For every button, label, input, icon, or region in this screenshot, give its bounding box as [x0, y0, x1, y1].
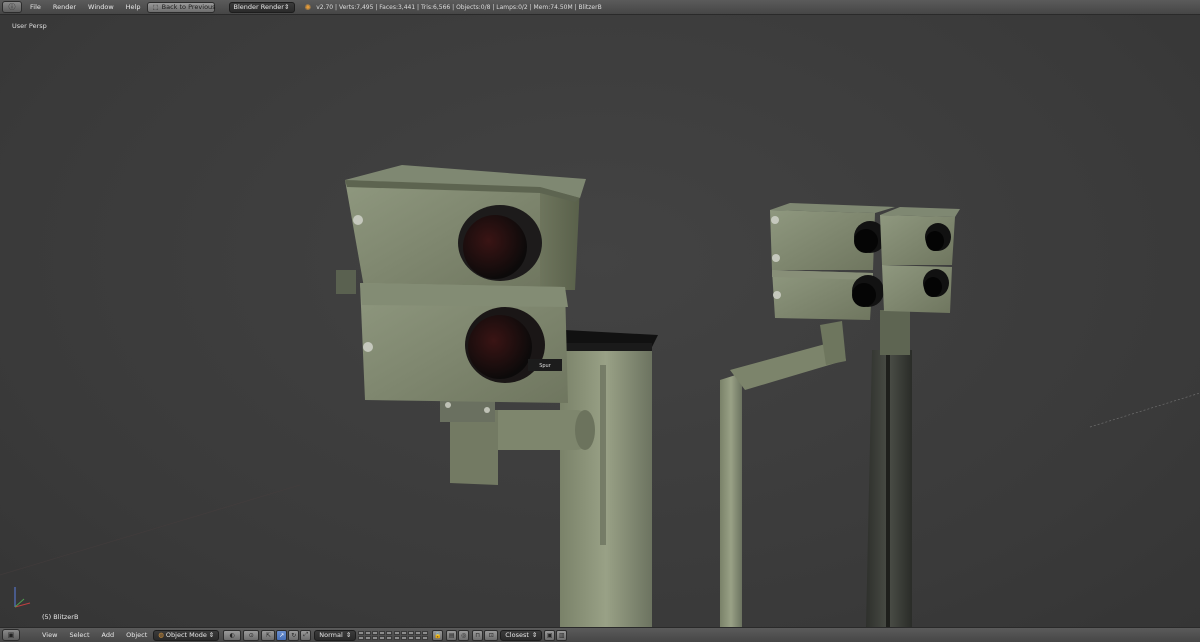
- pivot-icon: ⊙: [248, 631, 254, 639]
- menu-view-label[interactable]: View: [42, 631, 57, 639]
- render-engine-dropdown[interactable]: Blender Render ⇕: [228, 1, 295, 13]
- opengl-render-button[interactable]: ▣: [544, 629, 556, 641]
- lock-icon: 🔒: [434, 631, 442, 639]
- layer-8[interactable]: [372, 635, 379, 640]
- info-header: ⓘ File Render Window Help ⬚ Back to Prev…: [0, 0, 1200, 15]
- layer-buttons[interactable]: [358, 630, 393, 640]
- object-mode-icon: ◍: [158, 631, 164, 639]
- opengl-anim-button[interactable]: ▥: [556, 629, 568, 641]
- menu-file[interactable]: File: [30, 3, 41, 11]
- mode-dropdown[interactable]: ◍ Object Mode ⇕: [153, 629, 220, 641]
- active-object-label: (5) BlitzerB: [42, 613, 79, 621]
- layer-10[interactable]: [386, 635, 393, 640]
- layer-buttons-2[interactable]: [394, 630, 429, 640]
- layer-16[interactable]: [394, 635, 401, 640]
- lock-layers-button[interactable]: 🔒: [432, 629, 444, 641]
- layer-6[interactable]: [358, 635, 365, 640]
- camera-unit-front: Spur: [336, 165, 658, 627]
- layer-17[interactable]: [401, 635, 408, 640]
- 3d-view-header: ▣ View Select Add Object ◍ Object Mode ⇕…: [0, 627, 1200, 642]
- rotate-icon: ↻: [291, 631, 297, 639]
- layer-4[interactable]: [379, 630, 386, 635]
- translate-manipulator-button[interactable]: ↗: [276, 629, 288, 641]
- layer-3[interactable]: [372, 630, 379, 635]
- 3d-viewport[interactable]: User Persp Spur (5) BlitzerB: [0, 15, 1200, 627]
- menu-render[interactable]: Render: [53, 3, 76, 11]
- layer-1[interactable]: [358, 630, 365, 635]
- layer-19[interactable]: [415, 635, 422, 640]
- menu-add[interactable]: Add: [102, 631, 115, 639]
- scale-icon: ⤢: [303, 631, 309, 638]
- render-icon: ▤: [448, 631, 455, 639]
- transform-orientation-dropdown[interactable]: Normal ⇕: [314, 629, 357, 641]
- snap-target-dropdown[interactable]: Closest ⇕: [500, 629, 543, 641]
- layer-15[interactable]: [422, 630, 429, 635]
- arrow-icon: ↗: [279, 631, 285, 639]
- axis-gizmo: [14, 587, 31, 608]
- back-to-previous-button[interactable]: ⬚ Back to Previous: [146, 1, 216, 13]
- layer-5[interactable]: [386, 630, 393, 635]
- updown-arrows-icon-4: ⇕: [531, 631, 538, 639]
- editor-type-button-3d[interactable]: ▣: [2, 629, 20, 641]
- viewport-shading-button[interactable]: ◐: [223, 629, 242, 641]
- scale-manipulator-button[interactable]: ⤢: [300, 629, 312, 641]
- snap-element-button[interactable]: ⊡: [484, 629, 499, 641]
- camera-unit-back: [866, 207, 960, 627]
- back-icon: ⬚: [152, 3, 159, 11]
- menu-window[interactable]: Window: [88, 3, 114, 11]
- info-icon: ⓘ: [8, 3, 16, 11]
- updown-arrows-icon: ⇕: [284, 3, 290, 11]
- camera-brand-label: Spur: [539, 363, 552, 369]
- scene-render: Spur: [0, 165, 1200, 627]
- snap-element-icon: ⊡: [488, 631, 494, 639]
- editor-type-button[interactable]: ⓘ: [2, 1, 22, 13]
- layer-13[interactable]: [408, 630, 415, 635]
- pivot-point-button[interactable]: ⊙: [243, 629, 260, 641]
- shading-icon: ◐: [229, 631, 235, 639]
- layer-2[interactable]: [365, 630, 372, 635]
- layer-9[interactable]: [379, 635, 386, 640]
- manipulator-icon: ⇱: [265, 631, 271, 639]
- render-layer-button[interactable]: ▤: [446, 629, 458, 641]
- scene-stats: v2.70 | Verts:7,495 | Faces:3,441 | Tris…: [316, 3, 602, 11]
- layer-11[interactable]: [394, 630, 401, 635]
- magnet-icon: ⊓: [475, 631, 481, 639]
- layer-14[interactable]: [415, 630, 422, 635]
- camera-icon: ▣: [546, 631, 553, 639]
- layer-7[interactable]: [365, 635, 372, 640]
- menu-help[interactable]: Help: [126, 3, 141, 11]
- proportional-icon: ◎: [461, 631, 467, 639]
- menu-select[interactable]: Select: [69, 631, 89, 639]
- layer-18[interactable]: [408, 635, 415, 640]
- snap-toggle-button[interactable]: ⊓: [472, 629, 484, 641]
- updown-arrows-icon-2: ⇕: [208, 631, 215, 639]
- menu-object[interactable]: Object: [126, 631, 147, 639]
- rotate-manipulator-button[interactable]: ↻: [288, 629, 300, 641]
- layer-20[interactable]: [422, 635, 429, 640]
- film-icon: ▥: [558, 631, 565, 639]
- proportional-edit-button[interactable]: ◎: [458, 629, 470, 641]
- blender-logo-icon: ✺: [304, 2, 312, 12]
- cube-icon: ▣: [7, 631, 15, 639]
- updown-arrows-icon-3: ⇕: [345, 631, 352, 639]
- layer-12[interactable]: [401, 630, 408, 635]
- manipulator-toggle[interactable]: ⇱: [261, 629, 276, 641]
